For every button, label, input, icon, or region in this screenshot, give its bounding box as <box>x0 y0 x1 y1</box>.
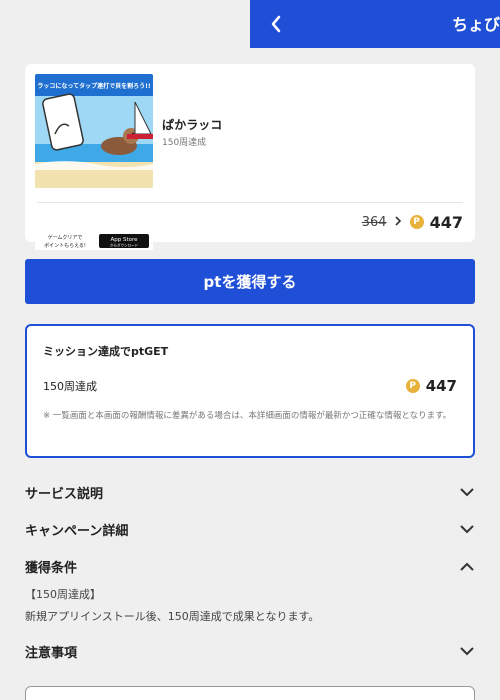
section-title: 獲得条件 <box>25 560 78 576</box>
app-name: ぱかラッコ <box>162 118 223 132</box>
card-divider <box>37 202 463 203</box>
conditions-body: 【150周達成】 新規アプリインストール後、150周達成で成果となります。 <box>25 584 475 628</box>
chevron-right-icon <box>395 215 402 229</box>
mission-title: ミッション達成でptGET <box>43 345 169 358</box>
chevron-up-icon <box>459 558 475 574</box>
point-coin-icon: P <box>409 215 424 229</box>
section-acquisition-conditions[interactable]: 獲得条件 <box>25 554 475 578</box>
section-title: 注意事項 <box>25 645 78 661</box>
points-row: 364 P 447 <box>362 212 463 232</box>
banner-caption: ラッコになってタップ連打で貝を割ろう!! <box>37 82 150 90</box>
section-title: サービス説明 <box>25 486 104 502</box>
app-store-badge-sub: からダウンロード <box>110 243 138 248</box>
conditions-line-2: 新規アプリインストール後、150周達成で成果となります。 <box>25 610 320 623</box>
old-points: 364 <box>361 214 387 230</box>
new-points: 447 <box>429 212 463 232</box>
bottom-button-partial[interactable] <box>25 686 475 700</box>
banner-footer: ゲームクリアで ポイントもらえる! App Store からダウンロード <box>35 232 153 254</box>
mission-box: ミッション達成でptGET 150周達成 P 447 ※ 一覧画面と本画面の報酬… <box>25 324 475 458</box>
back-button[interactable] <box>264 12 288 36</box>
app-store-badge-label: App Store <box>110 237 138 243</box>
point-coin-icon: P <box>405 379 420 393</box>
mission-item: 150周達成 P 447 <box>43 376 457 396</box>
section-notes[interactable]: 注意事項 <box>25 639 475 663</box>
mission-note: ※ 一覧画面と本画面の報酬情報に差異がある場合は、本詳細画面の情報が最新かつ正確… <box>43 411 452 421</box>
chevron-down-icon <box>459 484 475 500</box>
header-title: ちょびリッチ <box>452 15 500 34</box>
get-points-button[interactable]: ptを獲得する <box>25 259 475 304</box>
section-title: キャンペーン詳細 <box>25 523 129 539</box>
chevron-left-icon <box>271 15 281 33</box>
mission-points-value: 447 <box>425 377 457 395</box>
svg-text:ポイントもらえる!: ポイントもらえる! <box>44 242 86 249</box>
top-header: ちょびリッチ <box>250 0 500 48</box>
app-card[interactable]: ラッコになってタップ連打で貝を割ろう!! ゲームクリアで ポイントもらえる! A… <box>25 64 475 250</box>
mission-item-points: P 447 <box>405 377 457 395</box>
section-service-description[interactable]: サービス説明 <box>25 480 475 504</box>
mission-item-label: 150周達成 <box>43 380 97 393</box>
chevron-down-icon <box>459 521 475 537</box>
chevron-down-icon <box>459 643 475 659</box>
svg-text:ゲームクリアで: ゲームクリアで <box>48 234 83 241</box>
conditions-line-1: 【150周達成】 <box>25 588 101 601</box>
app-banner-image: ラッコになってタップ連打で貝を割ろう!! <box>35 74 153 188</box>
section-campaign-details[interactable]: キャンペーン詳細 <box>25 517 475 541</box>
app-subtitle: 150周達成 <box>162 138 207 148</box>
